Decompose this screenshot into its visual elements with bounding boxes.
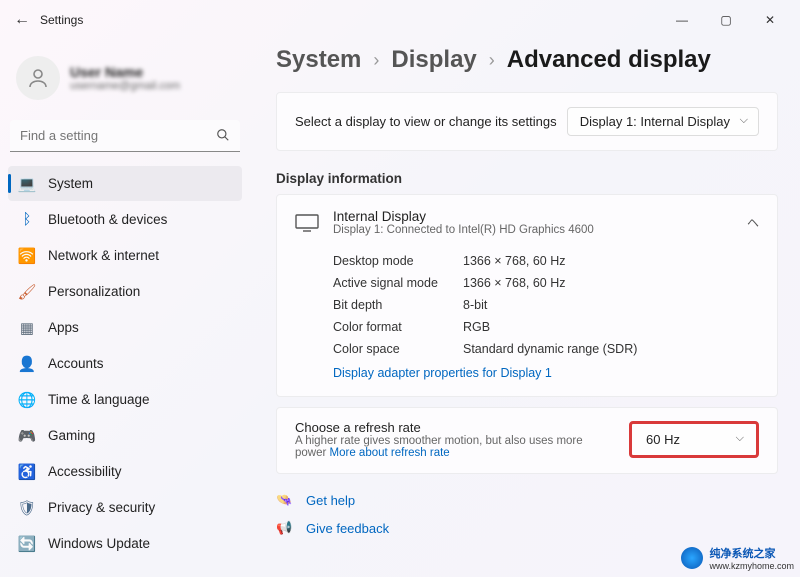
nav-icon: 🎮 <box>18 427 36 445</box>
profile-name: User Name <box>70 64 180 80</box>
info-key: Color space <box>333 338 463 360</box>
sidebar-item-privacy-security[interactable]: 🛡 Privacy & security <box>8 490 242 525</box>
avatar <box>16 56 60 100</box>
close-button[interactable]: ✕ <box>748 5 792 35</box>
back-button[interactable]: ← <box>8 11 36 29</box>
breadcrumb-system[interactable]: System <box>276 46 361 74</box>
chevron-right-icon: › <box>489 50 495 71</box>
nav-icon: 🔄 <box>18 535 36 553</box>
display-selector-dropdown[interactable]: Display 1: Internal Display <box>567 107 759 136</box>
chevron-right-icon: › <box>373 50 379 71</box>
nav-icon: ♿ <box>18 463 36 481</box>
sidebar-item-windows-update[interactable]: 🔄 Windows Update <box>8 526 242 561</box>
nav-icon: 🛜 <box>18 247 36 265</box>
info-row: Bit depth8-bit <box>333 294 759 316</box>
nav-icon: 🌐 <box>18 391 36 409</box>
nav-icon: 💻 <box>18 175 36 193</box>
display-name: Internal Display <box>333 209 733 224</box>
search-input[interactable] <box>10 120 240 152</box>
monitor-icon <box>295 214 319 232</box>
info-row: Active signal mode1366 × 768, 60 Hz <box>333 272 759 294</box>
display-subtitle: Display 1: Connected to Intel(R) HD Grap… <box>333 224 733 236</box>
more-about-refresh-link[interactable]: More about refresh rate <box>330 447 450 459</box>
section-title: Display information <box>276 171 778 186</box>
watermark: 纯净系统之家 www.kzmyhome.com <box>681 545 794 571</box>
info-row: Color formatRGB <box>333 316 759 338</box>
nav-label: Personalization <box>48 284 140 299</box>
nav-icon: ▦ <box>18 319 36 337</box>
nav-label: Gaming <box>48 428 95 443</box>
info-key: Color format <box>333 316 463 338</box>
breadcrumb-display[interactable]: Display <box>391 46 476 74</box>
feedback-icon: 📢 <box>276 520 294 536</box>
nav-label: Network & internet <box>48 248 159 263</box>
nav-icon: 👤 <box>18 355 36 373</box>
sidebar-item-personalization[interactable]: 🖌 Personalization <box>8 274 242 309</box>
sidebar-item-accounts[interactable]: 👤 Accounts <box>8 346 242 381</box>
maximize-button[interactable]: ▢ <box>704 5 748 35</box>
info-key: Desktop mode <box>333 250 463 272</box>
nav-icon: 🖌 <box>18 283 36 301</box>
search-box[interactable] <box>10 120 240 152</box>
sidebar-item-time-language[interactable]: 🌐 Time & language <box>8 382 242 417</box>
info-key: Active signal mode <box>333 272 463 294</box>
refresh-rate-title: Choose a refresh rate <box>295 420 609 435</box>
breadcrumb-current: Advanced display <box>507 46 711 74</box>
info-row: Desktop mode1366 × 768, 60 Hz <box>333 250 759 272</box>
nav-label: Bluetooth & devices <box>48 212 167 227</box>
info-value: Standard dynamic range (SDR) <box>463 338 637 360</box>
nav-label: System <box>48 176 93 191</box>
sidebar-item-system[interactable]: 💻 System <box>8 166 242 201</box>
info-value: 1366 × 768, 60 Hz <box>463 250 566 272</box>
sidebar-item-network-internet[interactable]: 🛜 Network & internet <box>8 238 242 273</box>
nav-label: Apps <box>48 320 79 335</box>
info-value: 8-bit <box>463 294 487 316</box>
refresh-rate-subtitle: A higher rate gives smoother motion, but… <box>295 435 609 459</box>
profile-email: username@gmail.com <box>70 80 180 92</box>
refresh-rate-dropdown[interactable]: 60 Hz <box>629 421 759 458</box>
adapter-properties-link[interactable]: Display adapter properties for Display 1 <box>333 366 552 380</box>
nav-label: Privacy & security <box>48 500 155 515</box>
window-title: Settings <box>40 13 83 27</box>
nav-label: Accounts <box>48 356 104 371</box>
sidebar-item-gaming[interactable]: 🎮 Gaming <box>8 418 242 453</box>
display-selector-label: Select a display to view or change its s… <box>295 114 557 129</box>
give-feedback-link[interactable]: 📢Give feedback <box>276 520 778 536</box>
info-value: 1366 × 768, 60 Hz <box>463 272 566 294</box>
watermark-logo-icon <box>681 547 703 569</box>
nav-icon: 🛡 <box>18 499 36 517</box>
profile-block[interactable]: User Name username@gmail.com <box>8 48 242 116</box>
get-help-link[interactable]: 👒Get help <box>276 492 778 508</box>
nav-label: Accessibility <box>48 464 122 479</box>
minimize-button[interactable]: — <box>660 5 704 35</box>
info-key: Bit depth <box>333 294 463 316</box>
collapse-button[interactable]: ヘ <box>747 214 759 231</box>
search-icon <box>216 128 230 147</box>
nav-label: Time & language <box>48 392 150 407</box>
nav-icon: ᛒ <box>18 211 36 229</box>
sidebar-item-bluetooth-devices[interactable]: ᛒ Bluetooth & devices <box>8 202 242 237</box>
nav-label: Windows Update <box>48 536 150 551</box>
sidebar-item-apps[interactable]: ▦ Apps <box>8 310 242 345</box>
info-value: RGB <box>463 316 490 338</box>
breadcrumb: System › Display › Advanced display <box>276 46 778 74</box>
help-icon: 👒 <box>276 492 294 508</box>
sidebar-item-accessibility[interactable]: ♿ Accessibility <box>8 454 242 489</box>
info-row: Color spaceStandard dynamic range (SDR) <box>333 338 759 360</box>
